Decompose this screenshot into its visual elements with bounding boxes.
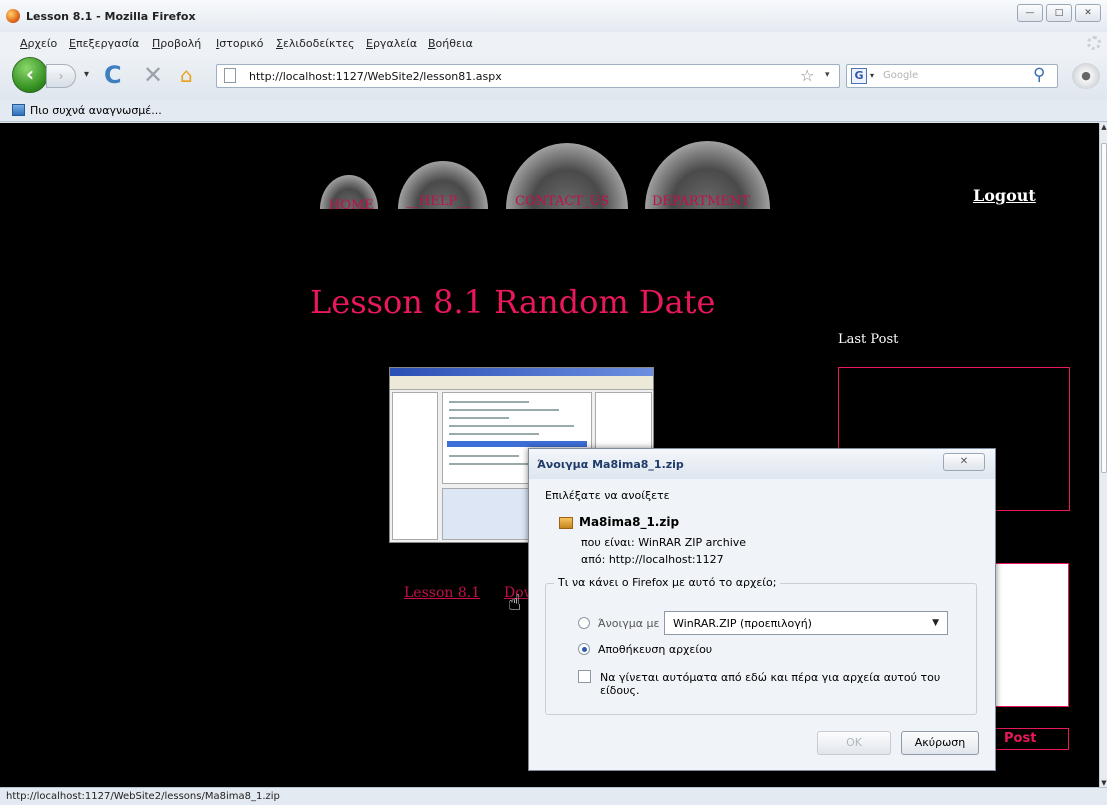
- page-title: Lesson 8.1 Random Date: [310, 283, 716, 321]
- url-text[interactable]: http://localhost:1127/WebSite2/lesson81.…: [249, 70, 502, 83]
- open-with-select[interactable]: WinRAR.ZIP (προεπιλογή) ▼: [664, 611, 948, 635]
- menu-edit[interactable]: Επεξεργασία: [69, 37, 139, 50]
- open-with-radio[interactable]: [578, 617, 590, 629]
- open-file-dialog: Άνοιγμα Ma8ima8_1.zip ✕ Επιλέξατε να ανο…: [528, 448, 996, 771]
- dialog-close-button[interactable]: ✕: [943, 453, 985, 471]
- title-bar: Lesson 8.1 - Mozilla Firefox — □ ✕: [0, 0, 1107, 32]
- dialog-title-bar: Άνοιγμα Ma8ima8_1.zip ✕: [529, 449, 995, 479]
- hand-cursor-icon: ☝: [508, 591, 522, 616]
- search-engine-dropdown-icon[interactable]: ▾: [870, 71, 874, 80]
- menu-history[interactable]: Ιστορικό: [216, 37, 264, 50]
- nav-contact-link[interactable]: CONTACT_US: [515, 194, 609, 209]
- window-title: Lesson 8.1 - Mozilla Firefox: [26, 10, 196, 23]
- nav-department-link[interactable]: DEPARTMENT: [652, 194, 750, 209]
- action-group: Τι να κάνει ο Firefox με αυτό το αρχείο;…: [545, 576, 977, 715]
- vertical-scrollbar[interactable]: ▲ ▼: [1099, 123, 1107, 787]
- forward-button[interactable]: ›: [46, 64, 76, 88]
- addon-icon[interactable]: ●: [1072, 63, 1100, 89]
- select-arrow-icon: ▼: [932, 618, 939, 628]
- menu-view[interactable]: Προβολή: [152, 37, 201, 50]
- search-bar[interactable]: G ▾ Google ⚲: [846, 64, 1058, 88]
- save-file-radio[interactable]: [578, 643, 590, 655]
- maximize-button[interactable]: □: [1046, 4, 1072, 22]
- menu-file[interactable]: Αρχείο: [20, 37, 57, 50]
- search-icon[interactable]: ⚲: [1033, 65, 1045, 85]
- minimize-button[interactable]: —: [1017, 4, 1043, 22]
- menu-bookmarks[interactable]: Σελιδοδείκτες: [276, 37, 355, 50]
- lesson-link[interactable]: Lesson 8.1: [404, 585, 480, 601]
- window-controls: — □ ✕: [1017, 4, 1101, 22]
- dialog-prompt: Επιλέξατε να ανοίξετε: [545, 489, 670, 502]
- back-button[interactable]: ‹: [12, 57, 48, 93]
- cancel-button[interactable]: Ακύρωση: [901, 731, 979, 755]
- auto-action-checkbox[interactable]: [578, 670, 591, 683]
- scroll-thumb[interactable]: [1101, 143, 1107, 473]
- file-source-row: από: http://localhost:1127: [581, 553, 724, 566]
- firefox-icon: [6, 9, 20, 23]
- search-input[interactable]: Google: [883, 70, 918, 81]
- bookmark-most-visited[interactable]: Πιο συχνά αναγνωσμέ...: [30, 104, 162, 117]
- page-icon: [224, 68, 236, 83]
- post-button[interactable]: Post: [985, 728, 1069, 750]
- action-question: Τι να κάνει ο Firefox με αυτό το αρχείο;: [554, 576, 781, 589]
- loading-throbber-icon: [1087, 36, 1101, 50]
- dialog-title: Άνοιγμα Ma8ima8_1.zip: [537, 458, 684, 471]
- last-post-label: Last Post: [838, 332, 899, 347]
- file-type-label: που είναι:: [581, 536, 635, 549]
- file-type-row: που είναι: WinRAR ZIP archive: [581, 536, 746, 549]
- history-dropdown-icon[interactable]: ▾: [84, 69, 89, 80]
- status-bar: http://localhost:1127/WebSite2/lessons/M…: [0, 787, 1107, 805]
- navigation-toolbar: ‹ › ▾ C ✕ ⌂ http://localhost:1127/WebSit…: [0, 54, 1107, 100]
- save-file-label[interactable]: Αποθήκευση αρχείου: [598, 643, 712, 656]
- close-window-button[interactable]: ✕: [1075, 4, 1101, 22]
- menu-bar: Αρχείο Επεξεργασία Προβολή Ιστορικό Σελι…: [0, 32, 1107, 54]
- file-name: Ma8ima8_1.zip: [579, 515, 680, 529]
- url-dropdown-icon[interactable]: ▾: [825, 70, 830, 80]
- bookmark-star-icon[interactable]: ☆: [800, 66, 814, 85]
- ok-button[interactable]: OK: [817, 731, 891, 755]
- nav-help-link[interactable]: __HELP__: [406, 194, 470, 209]
- stop-button[interactable]: ✕: [143, 62, 163, 88]
- auto-action-label[interactable]: Να γίνεται αυτόματα από εδώ και πέρα για…: [600, 671, 976, 697]
- menu-help[interactable]: Βοήθεια: [428, 37, 473, 50]
- file-source-value: http://localhost:1127: [608, 553, 724, 566]
- post-textarea[interactable]: [985, 563, 1069, 707]
- file-type-value: WinRAR ZIP archive: [638, 536, 747, 549]
- open-with-label[interactable]: Άνοιγμα με: [598, 617, 659, 630]
- url-bar[interactable]: http://localhost:1127/WebSite2/lesson81.…: [216, 64, 840, 88]
- open-with-value: WinRAR.ZIP (προεπιλογή): [673, 617, 812, 630]
- bookmarks-toolbar: Πιο συχνά αναγνωσμέ...: [0, 100, 1107, 122]
- scroll-up-arrow-icon[interactable]: ▲: [1100, 123, 1107, 131]
- scroll-down-arrow-icon[interactable]: ▼: [1100, 779, 1107, 787]
- nav-home-link[interactable]: HOME: [329, 198, 374, 213]
- status-text: http://localhost:1127/WebSite2/lessons/M…: [6, 791, 280, 802]
- home-button[interactable]: ⌂: [180, 64, 193, 86]
- zip-file-icon: [559, 517, 573, 529]
- logout-link[interactable]: Logout: [973, 186, 1036, 205]
- menu-tools[interactable]: Εργαλεία: [366, 37, 417, 50]
- bookmark-folder-icon: [12, 104, 25, 116]
- reload-button[interactable]: C: [104, 62, 122, 88]
- file-source-label: από:: [581, 553, 606, 566]
- google-icon[interactable]: G: [851, 68, 867, 84]
